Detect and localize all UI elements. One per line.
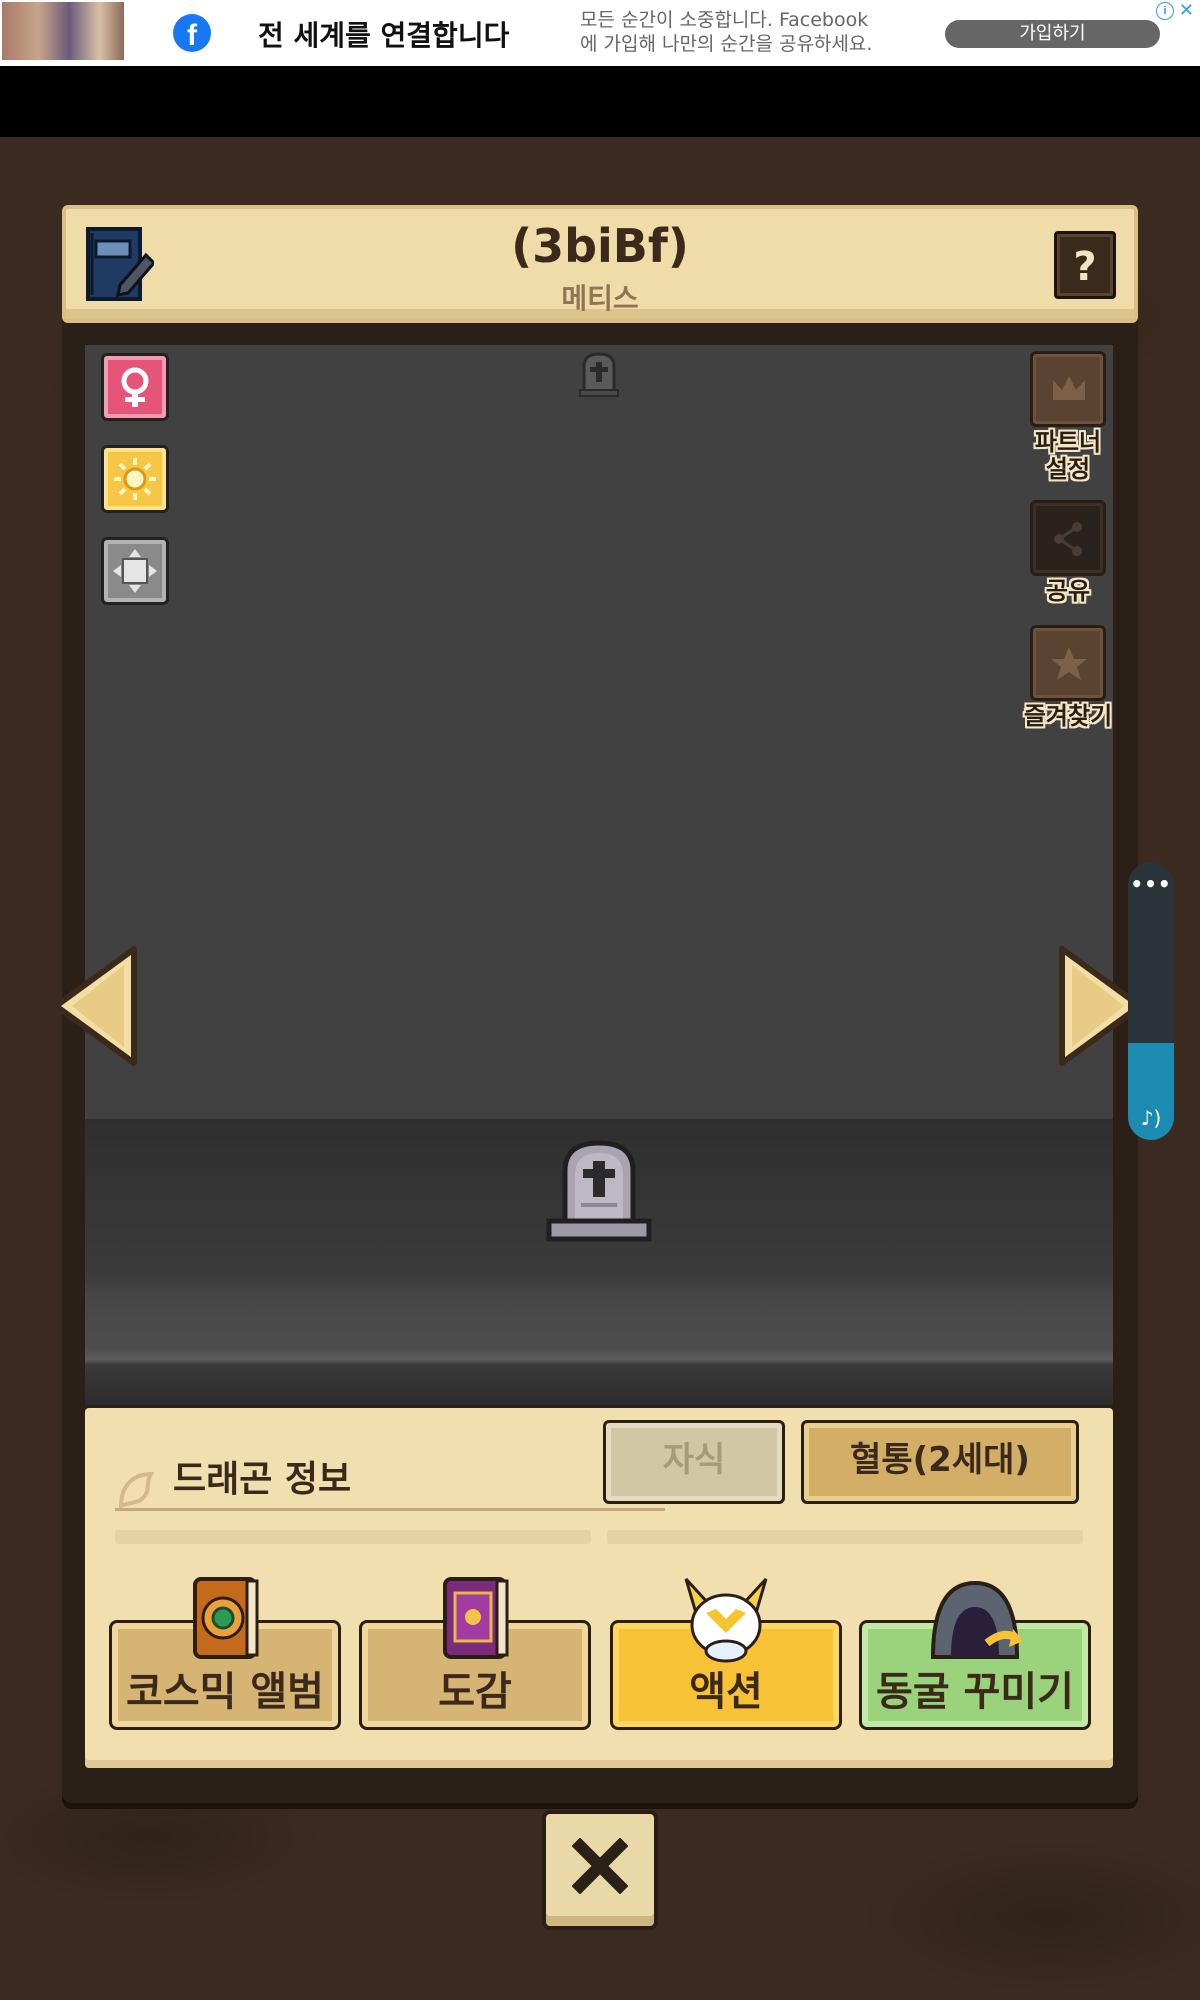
share-icon bbox=[1030, 500, 1106, 576]
dragon-species-subtitle: 메티스 bbox=[561, 282, 639, 315]
action-label: 액션 bbox=[689, 1669, 763, 1715]
previous-dragon-arrow-icon[interactable] bbox=[52, 945, 138, 1071]
partner-settings-label-line2: 설정 bbox=[1045, 455, 1091, 483]
cave-decorate-label: 동굴 꾸미기 bbox=[876, 1669, 1074, 1715]
dragon-name-title: (3biBf) bbox=[511, 219, 689, 273]
cosmic-album-button[interactable]: 코스믹 앨범 bbox=[109, 1577, 341, 1730]
close-button[interactable] bbox=[542, 1810, 658, 1930]
music-note-icon[interactable]: ♪) bbox=[1128, 1106, 1174, 1130]
ad-info-icon[interactable]: i bbox=[1156, 2, 1174, 20]
cosmic-album-label: 코스믹 앨범 bbox=[126, 1669, 324, 1715]
help-button[interactable]: ? bbox=[1054, 231, 1116, 299]
favorite-label: 즐겨찾기 bbox=[1023, 702, 1113, 730]
ad-description[interactable]: 모든 순간이 소중합니다. Facebook에 가입해 나만의 순간을 공유하세… bbox=[580, 8, 880, 56]
title-underline bbox=[115, 1508, 665, 1511]
more-options-icon[interactable]: ••• bbox=[1128, 872, 1174, 896]
small-tombstone-icon bbox=[578, 350, 620, 402]
info-strip-right bbox=[607, 1530, 1083, 1544]
partner-settings-button[interactable]: 파트너 설정 bbox=[1030, 351, 1106, 483]
dex-book-icon bbox=[435, 1573, 515, 1673]
sun-attribute-icon[interactable] bbox=[101, 445, 169, 513]
action-button[interactable]: 액션 bbox=[610, 1577, 842, 1730]
cave-decorate-button[interactable]: 동굴 꾸미기 bbox=[859, 1580, 1091, 1730]
female-gender-icon[interactable] bbox=[101, 353, 169, 421]
dragon-info-title: 드래곤 정보 bbox=[173, 1459, 352, 1500]
ad-banner[interactable]: f 전 세계를 연결합니다 모든 순간이 소중합니다. Facebook에 가입… bbox=[0, 0, 1200, 67]
ad-close-icon[interactable]: ✕ bbox=[1179, 0, 1194, 21]
dragon-tombstone-icon bbox=[545, 1135, 653, 1247]
tab-children[interactable]: 자식 bbox=[603, 1420, 785, 1504]
top-black-bar bbox=[0, 66, 1200, 137]
star-icon bbox=[1030, 625, 1106, 701]
music-volume-widget[interactable]: ••• ♪) bbox=[1128, 862, 1174, 1140]
dex-label: 도감 bbox=[438, 1669, 512, 1715]
facebook-logo-icon: f bbox=[173, 14, 211, 52]
dragon-scene: 파트너 설정 공유 즐겨찾기 bbox=[85, 345, 1113, 1405]
crown-icon bbox=[1030, 351, 1106, 427]
ad-title[interactable]: 전 세계를 연결합니다 bbox=[258, 14, 509, 54]
dragon-face-icon bbox=[678, 1573, 774, 1673]
partner-settings-label-line1: 파트너 bbox=[1034, 428, 1102, 456]
ad-signup-button[interactable]: 가입하기 bbox=[945, 20, 1160, 48]
tab-bloodline[interactable]: 혈통(2세대) bbox=[801, 1420, 1079, 1504]
share-label: 공유 bbox=[1045, 577, 1091, 605]
share-button[interactable]: 공유 bbox=[1030, 500, 1106, 610]
ad-thumbnail-image[interactable] bbox=[2, 2, 124, 60]
cosmic-album-book-icon bbox=[185, 1573, 265, 1673]
panel-header: (3biBf) 메티스 ? bbox=[62, 205, 1138, 323]
close-x-icon bbox=[572, 1838, 628, 1894]
favorite-button[interactable]: 즐겨찾기 bbox=[1024, 625, 1112, 735]
info-strip-left bbox=[115, 1530, 591, 1544]
dragon-info-panel: 드래곤 정보 자식 혈통(2세대) 코스믹 앨범 도감 액션 동굴 꾸미기 bbox=[85, 1408, 1113, 1768]
cave-icon bbox=[925, 1573, 1025, 1673]
dragon-dex-button[interactable]: 도감 bbox=[359, 1577, 591, 1730]
move-arrows-icon[interactable] bbox=[101, 537, 169, 605]
